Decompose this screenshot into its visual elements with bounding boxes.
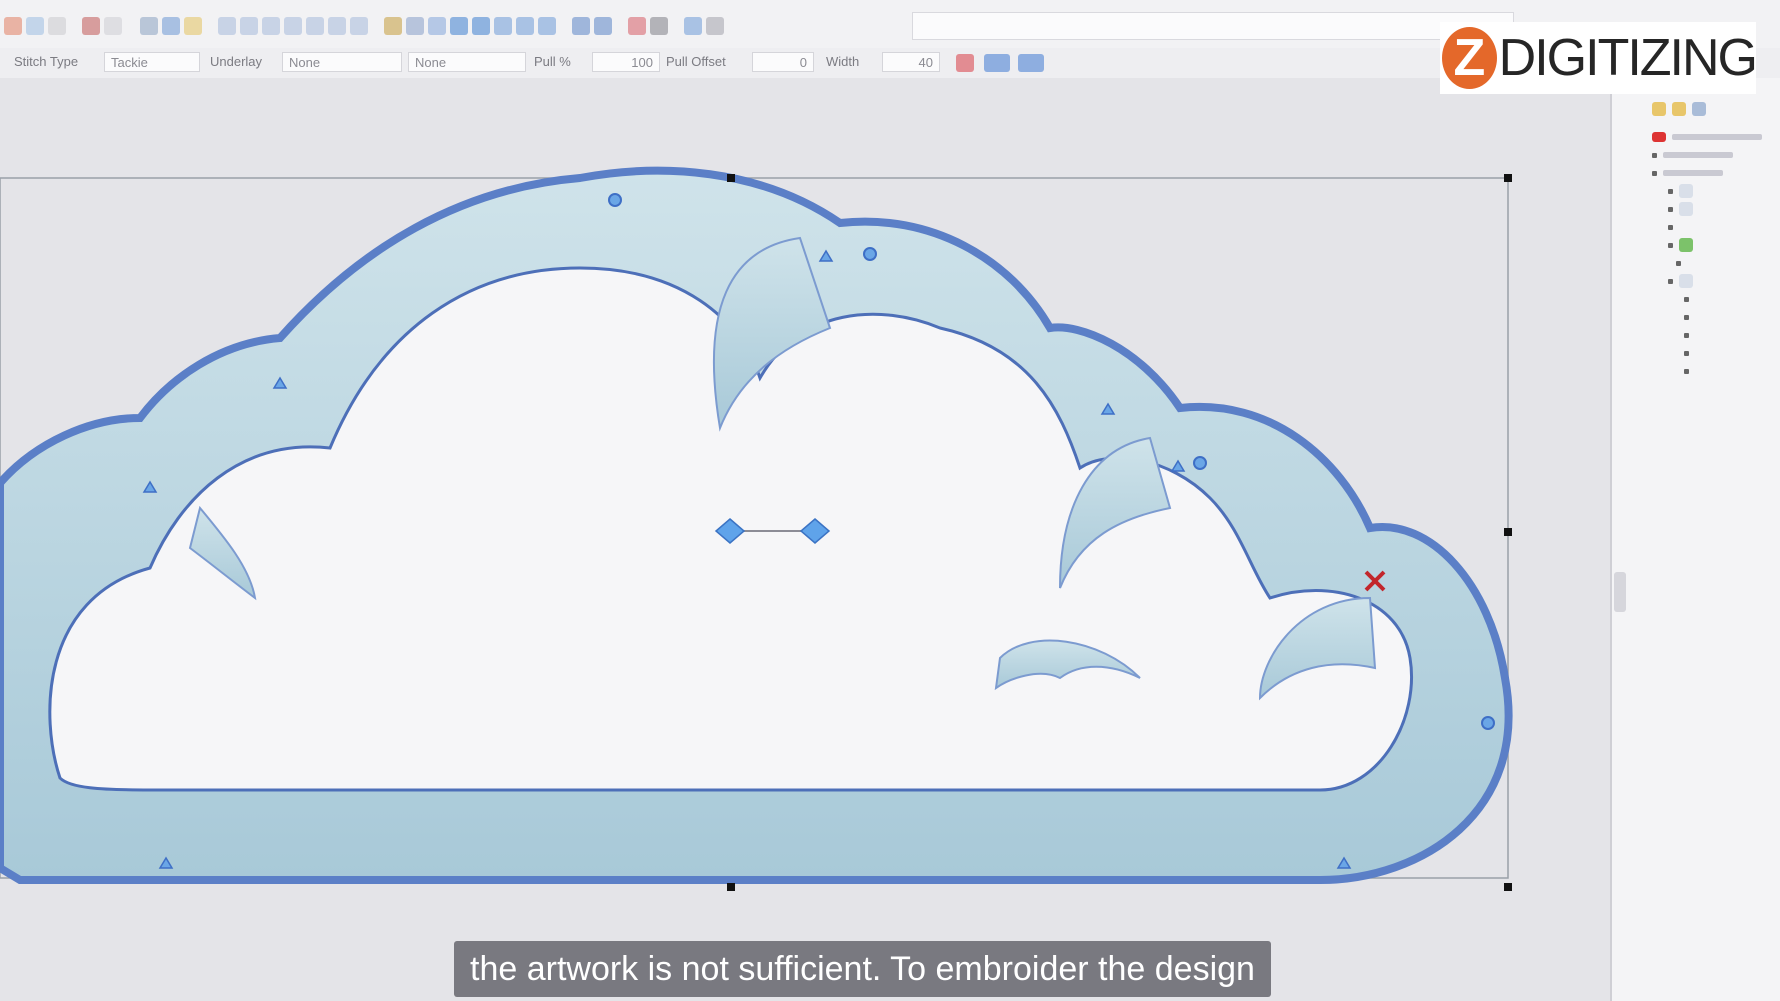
outline-node[interactable]: [1193, 456, 1207, 470]
width-input[interactable]: 40: [882, 52, 940, 72]
pencil-icon[interactable]: [628, 17, 646, 35]
copy-icon[interactable]: [26, 17, 44, 35]
tree-item[interactable]: [1684, 308, 1780, 326]
tree-item-file[interactable]: [1652, 128, 1780, 146]
underlay-label: Underlay: [210, 54, 263, 69]
object-green-icon: [1679, 238, 1693, 252]
group-icon[interactable]: [516, 17, 534, 35]
toolbar-icons: [4, 12, 724, 40]
tree-item[interactable]: [1684, 344, 1780, 362]
redo-icon[interactable]: [104, 17, 122, 35]
zoom-prev-icon[interactable]: [284, 17, 302, 35]
tree-item[interactable]: [1668, 272, 1780, 290]
pull-percent-label: Pull %: [534, 54, 571, 69]
pull-percent-input[interactable]: 100: [592, 52, 660, 72]
refresh-icon[interactable]: [684, 17, 702, 35]
effects-icon[interactable]: [1018, 54, 1044, 72]
stitch-options-icon[interactable]: [984, 54, 1010, 72]
video-subtitle: the artwork is not sufficient. To embroi…: [454, 941, 1271, 997]
folder-icon[interactable]: [1672, 102, 1686, 116]
stitch-type-label: Stitch Type: [14, 54, 79, 69]
distribute-icon[interactable]: [494, 17, 512, 35]
zoom-in-icon[interactable]: [184, 17, 202, 35]
zoom-window-icon[interactable]: [328, 17, 346, 35]
tree-toolbar: [1652, 100, 1780, 118]
node-icon[interactable]: [428, 17, 446, 35]
object-icon: [1679, 202, 1693, 216]
toolbar-search-box[interactable]: [912, 12, 1514, 40]
pick-color-icon[interactable]: [956, 54, 974, 72]
tree-item-selected[interactable]: [1668, 236, 1780, 254]
undo-icon[interactable]: [82, 17, 100, 35]
zoom-out-icon[interactable]: [218, 17, 236, 35]
object-icon: [1679, 274, 1693, 288]
pull-offset-input[interactable]: 0: [752, 52, 814, 72]
paste-icon[interactable]: [48, 17, 66, 35]
handle-middle-right[interactable]: [1504, 528, 1512, 536]
zoom-select-icon[interactable]: [306, 17, 324, 35]
cut-icon[interactable]: [4, 17, 22, 35]
handle-bottom-right[interactable]: [1504, 883, 1512, 891]
zoom-fit-icon[interactable]: [240, 17, 258, 35]
tree-item[interactable]: [1652, 164, 1780, 182]
zoom-page-icon[interactable]: [350, 17, 368, 35]
zoom-icon[interactable]: [162, 17, 180, 35]
panel-splitter-handle[interactable]: [1614, 572, 1626, 612]
outline-node[interactable]: [863, 247, 877, 261]
underlay-select-2[interactable]: None: [408, 52, 526, 72]
transform-icon[interactable]: [450, 17, 468, 35]
tree-item[interactable]: [1684, 326, 1780, 344]
settings-icon[interactable]: [706, 17, 724, 35]
logo-z-badge: Z: [1442, 27, 1497, 89]
ungroup-icon[interactable]: [538, 17, 556, 35]
zdigitizing-logo: Z DIGITIZING: [1440, 22, 1758, 94]
handle-bottom-center[interactable]: [727, 883, 735, 891]
tree-item[interactable]: [1676, 254, 1780, 272]
tree-item[interactable]: [1684, 290, 1780, 308]
zoom-all-icon[interactable]: [262, 17, 280, 35]
tree-item[interactable]: [1668, 182, 1780, 200]
rotate-icon[interactable]: [594, 17, 612, 35]
folder-open-icon[interactable]: [1652, 102, 1666, 116]
tree-item[interactable]: [1668, 200, 1780, 218]
print-icon[interactable]: [140, 17, 158, 35]
object-tree: [1648, 100, 1780, 420]
pull-offset-label: Pull Offset: [666, 54, 726, 69]
outline-node[interactable]: [608, 193, 622, 207]
handle-top-center[interactable]: [727, 174, 735, 182]
stitch-type-select[interactable]: Tackie: [104, 52, 200, 72]
tree-item[interactable]: [1668, 218, 1780, 236]
view-icon[interactable]: [1692, 102, 1706, 116]
pen-icon[interactable]: [384, 17, 402, 35]
cloud-applique-design[interactable]: [0, 78, 1610, 1001]
handle-top-right[interactable]: [1504, 174, 1512, 182]
underlay-select[interactable]: None: [282, 52, 402, 72]
delete-icon[interactable]: [650, 17, 668, 35]
width-label: Width: [826, 54, 860, 69]
object-icon: [1679, 184, 1693, 198]
file-icon: [1652, 132, 1666, 142]
select-icon[interactable]: [406, 17, 424, 35]
tree-item[interactable]: [1652, 146, 1780, 164]
outline-node[interactable]: [1481, 716, 1495, 730]
mirror-icon[interactable]: [572, 17, 590, 35]
logo-text: DIGITIZING: [1498, 29, 1758, 87]
tree-item[interactable]: [1684, 362, 1780, 380]
align-icon[interactable]: [472, 17, 490, 35]
